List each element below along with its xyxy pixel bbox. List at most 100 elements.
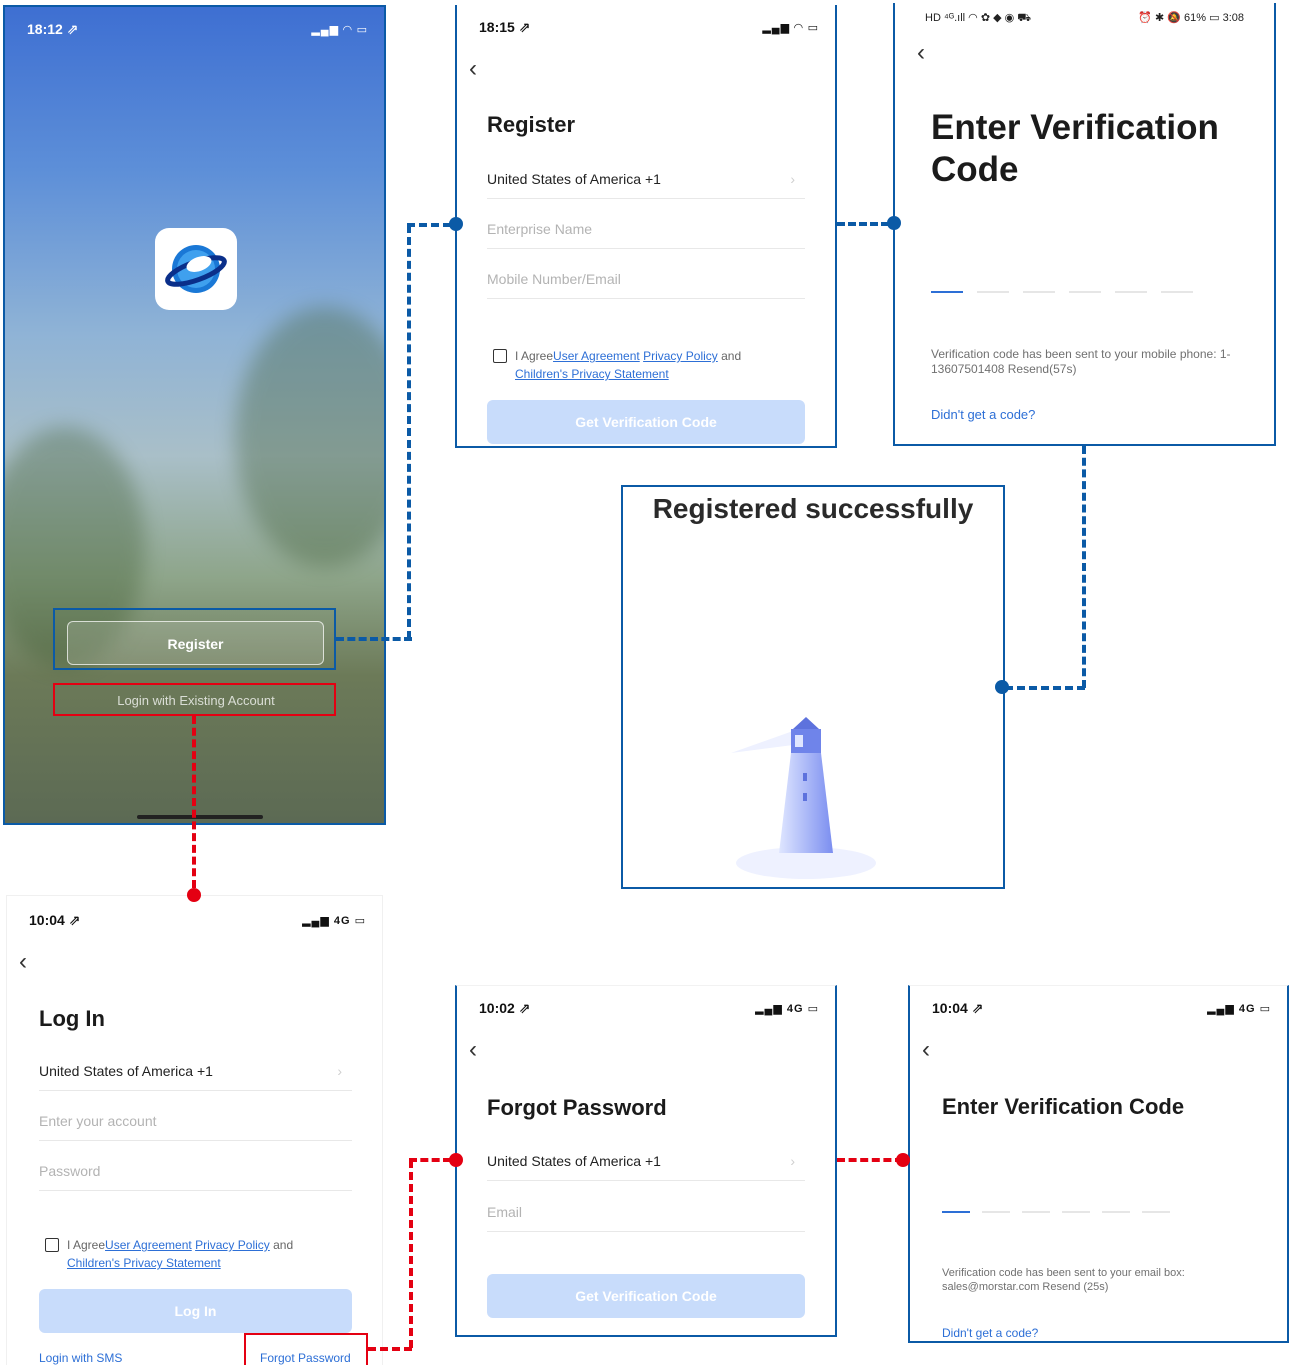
flow-connector [837,1158,903,1162]
home-indicator [137,815,263,819]
page-title: Log In [39,1006,105,1031]
app-logo-icon [155,228,237,310]
flow-connector [837,222,889,226]
flow-dot [449,217,463,231]
verify-email-screen: 10:04 ⇗ ▂▄▆ 4G ▭ ‹ Enter Verification Co… [908,985,1289,1343]
code-digit-6 [1142,1211,1170,1213]
agree-and: and [273,1238,294,1252]
page-title: Register [487,112,576,137]
status-bar: 18:15 ⇗ ▂▄▆ ◠ ▭ [479,19,819,39]
code-digit-3 [1023,291,1055,293]
code-digit-5 [1102,1211,1130,1213]
back-chevron-icon[interactable]: ‹ [19,950,27,974]
flow-dot [449,1153,463,1167]
lighthouse-icon [731,717,876,879]
agreement-row: I AgreeUser Agreement Privacy Policy and… [45,1236,352,1272]
country-label: United States of America +1 [487,1153,661,1169]
status-time: 10:02 ⇗ [479,1000,531,1016]
get-verification-code-button[interactable]: Get Verification Code [487,400,805,444]
password-input[interactable]: Password [39,1151,352,1191]
country-selector[interactable]: United States of America +1 › [39,1051,352,1091]
code-digit-1 [931,291,963,293]
background-foliage [235,307,384,567]
enterprise-name-input[interactable]: Enterprise Name [487,209,805,249]
verify-mobile-screen: HD ⁴ᴳ.ıll ◠ ✿ ◆ ◉ ⛟ ⏰ ✱ 🔕 61% ▭ 3:08 ‹ E… [893,3,1276,446]
code-digit-4 [1062,1211,1090,1213]
status-bar: 10:04 ⇗ ▂▄▆ 4G ▭ [932,1000,1271,1020]
code-digit-2 [977,291,1009,293]
back-chevron-icon[interactable]: ‹ [469,57,477,81]
register-highlight [53,608,336,670]
register-screen: 18:15 ⇗ ▂▄▆ ◠ ▭ ‹ Register United States… [455,5,837,448]
chevron-right-icon: › [790,171,795,187]
status-bar: 18:12 ⇗ ▂▄▆ ◠ ▭ [27,21,368,41]
flow-dot [995,680,1009,694]
status-icons: ▂▄▆ 4G ▭ [1207,1003,1271,1015]
back-chevron-icon[interactable]: ‹ [917,41,925,65]
login-button[interactable]: Log In [39,1289,352,1333]
code-input[interactable] [931,291,1193,293]
country-label: United States of America +1 [487,171,661,187]
status-time: 10:04 ⇗ [932,1000,984,1016]
success-title: Registered successfully [652,493,974,524]
status-bar: 10:02 ⇗ ▂▄▆ 4G ▭ [479,1000,819,1020]
status-left: HD ⁴ᴳ.ıll ◠ ✿ ◆ ◉ ⛟ [925,12,1032,24]
flow-connector [409,1160,413,1348]
login-with-sms-link[interactable]: Login with SMS [39,1351,122,1365]
back-chevron-icon[interactable]: ‹ [469,1038,477,1062]
chevron-right-icon: › [337,1063,342,1079]
didnt-get-code-link[interactable]: Didn't get a code? [931,407,1035,422]
mobile-email-input[interactable]: Mobile Number/Email [487,259,805,299]
verification-info: Verification code has been sent to your … [942,1267,1185,1293]
childrens-privacy-link[interactable]: Children's Privacy Statement [67,1256,221,1270]
flow-dot [887,216,901,230]
flow-connector [407,223,451,227]
status-time: 18:15 ⇗ [479,19,531,35]
flow-connector [1005,686,1085,690]
flow-dot [187,888,201,902]
user-agreement-link[interactable]: User Agreement [553,349,640,363]
checkbox-icon[interactable] [45,1238,59,1252]
page-title: Enter Verification Code [942,1094,1185,1119]
flow-connector [336,637,412,641]
code-digit-5 [1115,291,1147,293]
status-icons: ▂▄▆ 4G ▭ [755,1003,819,1015]
agree-prefix: I Agree [515,349,554,363]
status-time: 10:04 ⇗ [29,912,81,928]
page-title: Enter Verification Code [931,108,1219,189]
status-icons: ▂▄▆ 4G ▭ [302,915,366,927]
status-icons: ▂▄▆ ◠ ▭ [762,22,819,34]
country-selector[interactable]: United States of America +1 › [487,1141,805,1181]
forgot-password-screen: 10:02 ⇗ ▂▄▆ 4G ▭ ‹ Forgot Password Unite… [455,985,837,1337]
country-label: United States of America +1 [39,1063,213,1079]
didnt-get-code-link[interactable]: Didn't get a code? [942,1326,1038,1340]
flow-connector [407,225,411,639]
flow-connector [409,1158,451,1162]
email-input[interactable]: Email [487,1192,805,1232]
chevron-right-icon: › [790,1153,795,1169]
code-digit-6 [1161,291,1193,293]
privacy-policy-link[interactable]: Privacy Policy [195,1238,270,1252]
code-digit-1 [942,1211,970,1213]
login-screen: 10:04 ⇗ ▂▄▆ 4G ▭ ‹ Log In United States … [6,895,383,1365]
code-input[interactable] [942,1211,1170,1213]
childrens-privacy-link[interactable]: Children's Privacy Statement [515,367,669,381]
code-digit-2 [982,1211,1010,1213]
get-verification-code-button[interactable]: Get Verification Code [487,1274,805,1318]
flow-dot [896,1153,910,1167]
status-right: ⏰ ✱ 🔕 61% ▭ 3:08 [1138,12,1244,24]
agreement-row: I AgreeUser Agreement Privacy Policy and… [493,347,805,383]
code-digit-3 [1022,1211,1050,1213]
user-agreement-link[interactable]: User Agreement [105,1238,192,1252]
verification-info: Verification code has been sent to your … [931,347,1231,376]
login-existing-highlight [53,683,336,716]
account-input[interactable]: Enter your account [39,1101,352,1141]
privacy-policy-link[interactable]: Privacy Policy [643,349,718,363]
country-selector[interactable]: United States of America +1 › [487,159,805,199]
agree-prefix: I Agree [67,1238,106,1252]
status-time: 18:12 ⇗ [27,21,79,37]
back-chevron-icon[interactable]: ‹ [922,1038,930,1062]
code-digit-4 [1069,291,1101,293]
flow-connector [192,716,196,888]
checkbox-icon[interactable] [493,349,507,363]
